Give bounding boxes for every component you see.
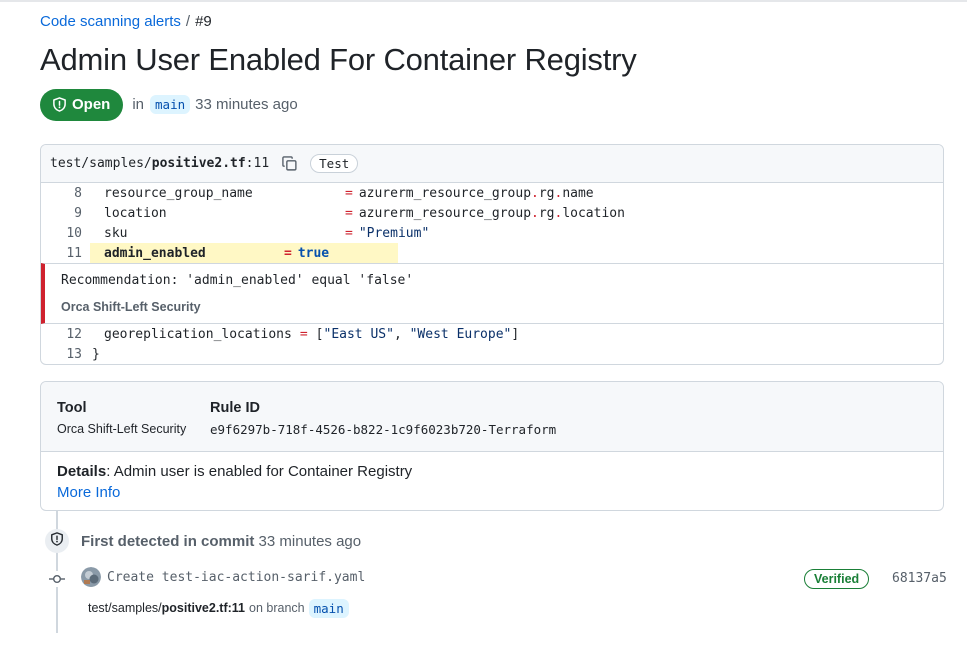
file-path[interactable]: test/samples/positive2.tf:11 [50, 156, 269, 171]
verified-badge[interactable]: Verified [804, 569, 870, 589]
commit-sha-link[interactable]: 68137a5 [892, 571, 947, 586]
status-time: 33 minutes ago [195, 96, 298, 113]
shield-icon [52, 97, 67, 112]
page-title: Admin User Enabled For Container Registr… [40, 42, 637, 77]
line-number: 10 [66, 225, 82, 241]
tool-label: Tool [57, 400, 87, 416]
status-badge: Open [40, 88, 124, 121]
recommendation-panel: Recommendation: 'admin_enabled' equal 'f… [41, 263, 943, 324]
status-label: Open [72, 96, 111, 113]
code-key: resource_group_name [104, 185, 253, 201]
alert-info-panel: Tool Orca Shift-Left Security Rule ID e9… [40, 381, 944, 511]
timeline-shield-badge [45, 529, 69, 553]
code-snippet-panel: test/samples/positive2.tf:11 Test 8 reso… [40, 144, 944, 365]
branch-pill[interactable]: main [150, 95, 191, 114]
code-key: sku [104, 225, 128, 241]
line-number: 12 [66, 326, 82, 342]
recommendation-tool: Orca Shift-Left Security [61, 300, 201, 314]
recommendation-text: Recommendation: 'admin_enabled' equal 'f… [61, 273, 414, 288]
copy-icon[interactable] [281, 155, 298, 172]
breadcrumb-separator: / [185, 13, 191, 30]
code-content: georeplication_locations =["East US", "We… [104, 326, 520, 342]
breadcrumb: Code scanning alerts / #9 [40, 13, 212, 30]
code-line: 13 } [41, 344, 943, 364]
code-key: admin_enabled = true [90, 243, 398, 263]
code-key: location [104, 205, 167, 221]
git-commit-icon [49, 571, 65, 587]
code-line: 12 georeplication_locations =["East US", … [41, 324, 943, 344]
code-snippet-header: test/samples/positive2.tf:11 Test [41, 145, 943, 183]
tool-value: Orca Shift-Left Security [57, 422, 187, 436]
shield-icon [50, 531, 64, 551]
status-in-text: in [132, 96, 145, 113]
code-content: } [92, 346, 100, 362]
code-value: "Premium" [358, 225, 430, 241]
commit-message-link[interactable]: Create test-iac-action-sarif.yaml [107, 570, 365, 585]
test-label: Test [310, 154, 359, 173]
line-number: 8 [74, 185, 82, 201]
breadcrumb-code-scanning-link[interactable]: Code scanning alerts [40, 13, 181, 30]
line-number: 11 [66, 245, 82, 261]
code-line: 9 location = azurerm_resource_group.rg.l… [41, 203, 943, 223]
rule-id-value: e9f6297b-718f-4526-b822-1c9f6023b720-Ter… [210, 422, 557, 437]
detected-file-path[interactable]: test/samples/positive2.tf:11 [88, 601, 245, 615]
code-value: azurerm_resource_group.rg.location [358, 205, 625, 221]
status-row: Open in main 33 minutes ago [40, 88, 298, 121]
alert-number: #9 [195, 13, 212, 30]
first-detected: First detected in commit 33 minutes ago [81, 533, 362, 550]
more-info-link[interactable]: More Info [57, 484, 120, 501]
line-number: 9 [74, 205, 82, 221]
line-number: 13 [66, 346, 82, 362]
code-operator: = [345, 205, 353, 221]
code-operator: = [345, 185, 353, 201]
code-line: 8 resource_group_name = azurerm_resource… [41, 183, 943, 203]
avatar[interactable] [81, 567, 101, 587]
on-branch-text: on branch [249, 601, 305, 615]
top-divider [0, 0, 967, 2]
highlighted-code-line: 11 admin_enabled = true [41, 243, 943, 263]
code-line: 10 sku = "Premium" [41, 223, 943, 243]
branch-pill[interactable]: main [308, 598, 349, 618]
details-text: Details: Admin user is enabled for Conta… [57, 463, 413, 480]
rule-id-label: Rule ID [210, 400, 260, 416]
code-operator: = [345, 225, 353, 241]
code-value: azurerm_resource_group.rg.name [358, 185, 594, 201]
detected-location: test/samples/positive2.tf:11 on branch m… [88, 598, 349, 618]
alert-meta: Tool Orca Shift-Left Security Rule ID e9… [41, 382, 943, 452]
